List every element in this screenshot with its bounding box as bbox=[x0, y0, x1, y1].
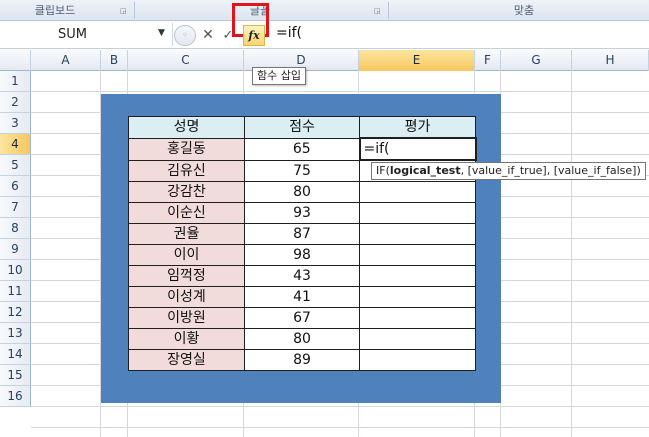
hint-current-argument[interactable]: logical_test bbox=[390, 164, 461, 177]
name-cell[interactable]: 홍길동 bbox=[128, 137, 245, 161]
select-all-corner[interactable] bbox=[0, 50, 31, 71]
table-row: 이이 98 bbox=[128, 243, 476, 266]
column-header-f[interactable]: F bbox=[475, 50, 501, 71]
ribbon-separator bbox=[134, 2, 135, 19]
resize-grip-icon[interactable]: ◦ bbox=[174, 25, 196, 46]
name-cell[interactable]: 이황 bbox=[128, 327, 245, 350]
column-header-g[interactable]: G bbox=[501, 50, 572, 71]
header-grade-cell[interactable]: 평가 bbox=[359, 116, 476, 139]
name-cell[interactable]: 이성계 bbox=[128, 285, 245, 308]
row-header-selected[interactable]: 4 bbox=[0, 134, 31, 155]
grade-cell[interactable] bbox=[359, 306, 476, 329]
ribbon-group-labels: 클립보드 ◲ 글꼴 ◲ 맞춤 bbox=[0, 0, 649, 21]
active-grade-cell[interactable]: =if( bbox=[358, 137, 477, 161]
column-headers: A B C D E F G H bbox=[0, 50, 649, 71]
header-name-cell[interactable]: 성명 bbox=[128, 116, 245, 139]
score-cell[interactable]: 43 bbox=[244, 264, 360, 287]
score-cell[interactable]: 98 bbox=[244, 243, 360, 266]
table-row: 권율 87 bbox=[128, 222, 476, 245]
insert-function-button[interactable]: fx bbox=[243, 25, 265, 46]
name-cell[interactable]: 임꺽정 bbox=[128, 264, 245, 287]
score-cell[interactable]: 89 bbox=[244, 348, 360, 371]
hint-function-name[interactable]: IF( bbox=[376, 164, 390, 177]
chevron-down-icon[interactable]: ▼ bbox=[158, 28, 165, 38]
grid-line bbox=[31, 427, 649, 428]
column-header-a[interactable]: A bbox=[31, 50, 101, 71]
column-header-h[interactable]: H bbox=[572, 50, 649, 71]
ribbon-group-clipboard: 클립보드 bbox=[34, 4, 76, 17]
ribbon-separator bbox=[388, 2, 389, 19]
grid-line bbox=[31, 406, 649, 407]
grid-line bbox=[31, 91, 649, 92]
row-header[interactable]: 11 bbox=[0, 281, 31, 302]
row-header[interactable]: 2 bbox=[0, 92, 31, 113]
score-cell[interactable]: 41 bbox=[244, 285, 360, 308]
column-header-b[interactable]: B bbox=[101, 50, 128, 71]
ribbon-group-alignment: 맞춤 bbox=[513, 4, 535, 17]
table-header-row: 성명 점수 평가 bbox=[128, 116, 476, 139]
score-cell[interactable]: 93 bbox=[244, 201, 360, 224]
grid-line bbox=[571, 71, 572, 437]
row-header[interactable]: 12 bbox=[0, 302, 31, 323]
score-cell[interactable]: 80 bbox=[244, 327, 360, 350]
table-row: 이황 80 bbox=[128, 327, 476, 350]
hint-remaining-arguments: , [value_if_true], [value_if_false]) bbox=[460, 164, 641, 177]
row-header[interactable]: 3 bbox=[0, 113, 31, 134]
row-header[interactable]: 5 bbox=[0, 155, 31, 176]
row-header[interactable]: 7 bbox=[0, 197, 31, 218]
score-cell[interactable]: 80 bbox=[244, 180, 360, 203]
grade-cell[interactable] bbox=[359, 327, 476, 350]
grade-cell[interactable] bbox=[359, 180, 476, 203]
name-cell[interactable]: 권율 bbox=[128, 222, 245, 245]
grade-cell[interactable] bbox=[359, 201, 476, 224]
table-row: 이성계 41 bbox=[128, 285, 476, 308]
row-header[interactable]: 10 bbox=[0, 260, 31, 281]
table-row: 임꺽정 43 bbox=[128, 264, 476, 287]
score-cell[interactable]: 87 bbox=[244, 222, 360, 245]
row-header[interactable]: 15 bbox=[0, 365, 31, 386]
name-cell[interactable]: 이순신 bbox=[128, 201, 245, 224]
table-row: 홍길동 65 =if( bbox=[128, 137, 477, 161]
grade-cell[interactable] bbox=[359, 285, 476, 308]
name-cell[interactable]: 김유신 bbox=[128, 159, 245, 182]
grade-cell[interactable] bbox=[359, 264, 476, 287]
name-box-value: SUM bbox=[58, 27, 87, 42]
row-header[interactable]: 16 bbox=[0, 386, 31, 407]
row-header[interactable]: 13 bbox=[0, 323, 31, 344]
table-row: 장영실 89 bbox=[128, 348, 476, 371]
row-header[interactable]: 14 bbox=[0, 344, 31, 365]
formula-bar: SUM ▼ ◦ ✕ ✓ =if( bbox=[0, 21, 649, 49]
table-row: 이순신 93 bbox=[128, 201, 476, 224]
name-box[interactable]: SUM ▼ bbox=[0, 23, 173, 46]
font-launcher-icon[interactable]: ◲ bbox=[374, 7, 382, 15]
table-row: 강감찬 80 bbox=[128, 180, 476, 203]
insert-function-tooltip: 함수 삽입 bbox=[252, 67, 306, 85]
row-header[interactable]: 8 bbox=[0, 218, 31, 239]
name-cell[interactable]: 이이 bbox=[128, 243, 245, 266]
row-header[interactable]: 1 bbox=[0, 71, 31, 92]
table-row: 이방원 67 bbox=[128, 306, 476, 329]
score-table: 성명 점수 평가 홍길동 65 =if( 김유신 75 강감찬 80 이순신 9… bbox=[128, 116, 477, 371]
row-header[interactable]: 6 bbox=[0, 176, 31, 197]
grade-cell[interactable] bbox=[359, 222, 476, 245]
column-header-e[interactable]: E bbox=[359, 50, 475, 71]
formula-input[interactable]: =if( bbox=[276, 25, 302, 41]
clipboard-launcher-icon[interactable]: ◲ bbox=[120, 7, 128, 15]
column-header-c[interactable]: C bbox=[128, 50, 244, 71]
cancel-button[interactable]: ✕ bbox=[200, 25, 216, 46]
score-cell[interactable]: 65 bbox=[244, 137, 360, 161]
row-header[interactable]: 9 bbox=[0, 239, 31, 260]
score-cell[interactable]: 67 bbox=[244, 306, 360, 329]
name-cell[interactable]: 이방원 bbox=[128, 306, 245, 329]
name-cell[interactable]: 장영실 bbox=[128, 348, 245, 371]
function-argument-hint[interactable]: IF(logical_test, [value_if_true], [value… bbox=[371, 162, 646, 180]
grade-cell[interactable] bbox=[359, 348, 476, 371]
name-cell[interactable]: 강감찬 bbox=[128, 180, 245, 203]
score-cell[interactable]: 75 bbox=[244, 159, 360, 182]
header-score-cell[interactable]: 점수 bbox=[244, 116, 360, 139]
grade-cell[interactable] bbox=[359, 243, 476, 266]
